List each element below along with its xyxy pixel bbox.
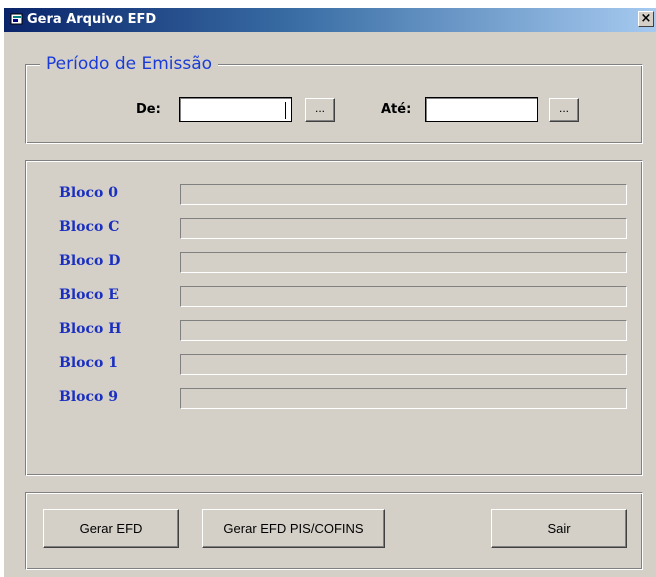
window-title: Gera Arquivo EFD bbox=[27, 12, 157, 27]
bloco-label: Bloco H bbox=[59, 321, 122, 337]
bloco-label: Bloco D bbox=[59, 253, 121, 269]
ate-label: Até: bbox=[381, 102, 412, 117]
bloco-progress-bar bbox=[180, 354, 627, 375]
bloco-progress-bar bbox=[180, 252, 627, 273]
bloco-progress-bar bbox=[180, 388, 627, 409]
bloco-progress-bar bbox=[180, 184, 627, 205]
periodo-legend: Período de Emissão bbox=[40, 54, 219, 74]
ate-date-input[interactable] bbox=[425, 97, 538, 122]
bloco-progress-bar bbox=[180, 320, 627, 341]
gerar-efd-button[interactable]: Gerar EFD bbox=[43, 509, 179, 548]
de-browse-button[interactable]: ... bbox=[305, 98, 335, 122]
close-icon: × bbox=[640, 11, 652, 26]
bloco-progress-bar bbox=[180, 286, 627, 307]
bloco-label: Bloco 0 bbox=[59, 185, 118, 201]
sair-button[interactable]: Sair bbox=[491, 509, 627, 548]
gerar-efd-pis-cofins-button[interactable]: Gerar EFD PIS/COFINS bbox=[202, 509, 385, 548]
gera-arquivo-window: Gera Arquivo EFD × Período de Emissão De… bbox=[3, 7, 656, 577]
ate-browse-button[interactable]: ... bbox=[549, 98, 579, 122]
title-bar[interactable]: Gera Arquivo EFD × bbox=[4, 8, 656, 32]
de-label: De: bbox=[136, 102, 161, 117]
bloco-label: Bloco E bbox=[59, 287, 119, 303]
app-icon bbox=[10, 13, 23, 25]
bloco-label: Bloco C bbox=[59, 219, 120, 235]
bloco-progress-bar bbox=[180, 218, 627, 239]
close-button[interactable]: × bbox=[638, 11, 654, 27]
text-caret bbox=[285, 102, 286, 119]
de-date-input[interactable] bbox=[179, 97, 292, 122]
blocos-group bbox=[25, 160, 643, 476]
bloco-label: Bloco 9 bbox=[59, 389, 118, 405]
bloco-label: Bloco 1 bbox=[59, 355, 118, 371]
